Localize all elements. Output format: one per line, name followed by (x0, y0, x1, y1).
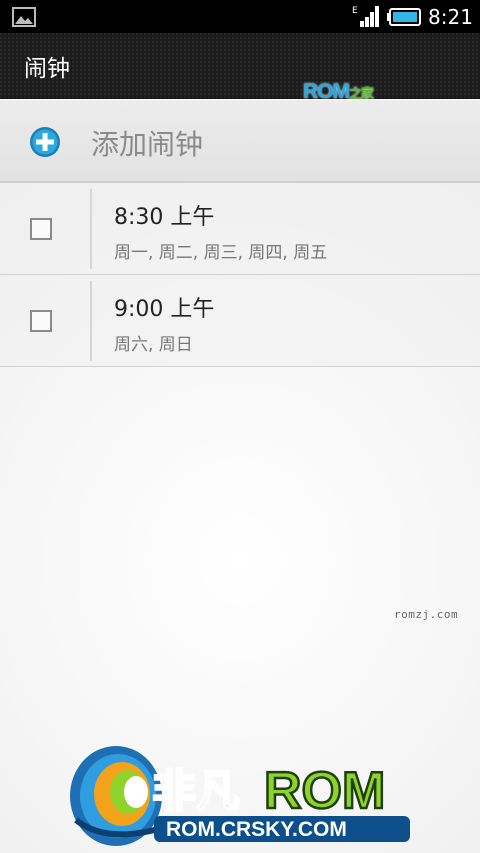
alarm-divider (90, 281, 92, 361)
add-alarm-button[interactable]: 添加闹钟 (0, 99, 480, 183)
alarm-time: 9:00 上午 (114, 297, 215, 322)
action-bar: 闹钟 (0, 33, 480, 99)
alarm-enable-checkbox[interactable] (30, 310, 52, 332)
crsky-brand-url: ROM.CRSKY.COM (166, 818, 347, 841)
status-bar: E 8:21 (0, 0, 480, 33)
signal-icon: E (352, 6, 379, 27)
alarm-time: 8:30 上午 (114, 205, 215, 230)
alarm-enable-checkbox[interactable] (30, 218, 52, 240)
add-alarm-label: 添加闹钟 (91, 128, 204, 161)
crsky-brand-cn: 非凡 (152, 766, 240, 817)
gallery-icon (12, 7, 36, 27)
status-clock: 8:21 (428, 5, 473, 29)
plus-circle-icon (30, 127, 60, 157)
alarm-days: 周一, 周二, 周三, 周四, 周五 (114, 243, 328, 263)
battery-icon (387, 8, 421, 26)
alarm-item[interactable]: 8:30 上午 周一, 周二, 周三, 周四, 周五 (0, 183, 480, 275)
romzj-watermark: romzj.com (394, 608, 459, 621)
alarm-divider (90, 189, 92, 269)
crsky-brand-rom: ROM (264, 762, 385, 820)
crsky-rom-logo: 非凡 ROM ROM.CRSKY.COM (70, 746, 410, 846)
alarm-days: 周六, 周日 (114, 335, 193, 355)
page-title: 闹钟 (24, 56, 70, 82)
alarm-item[interactable]: 9:00 上午 周六, 周日 (0, 275, 480, 367)
network-type-label: E (352, 6, 358, 16)
